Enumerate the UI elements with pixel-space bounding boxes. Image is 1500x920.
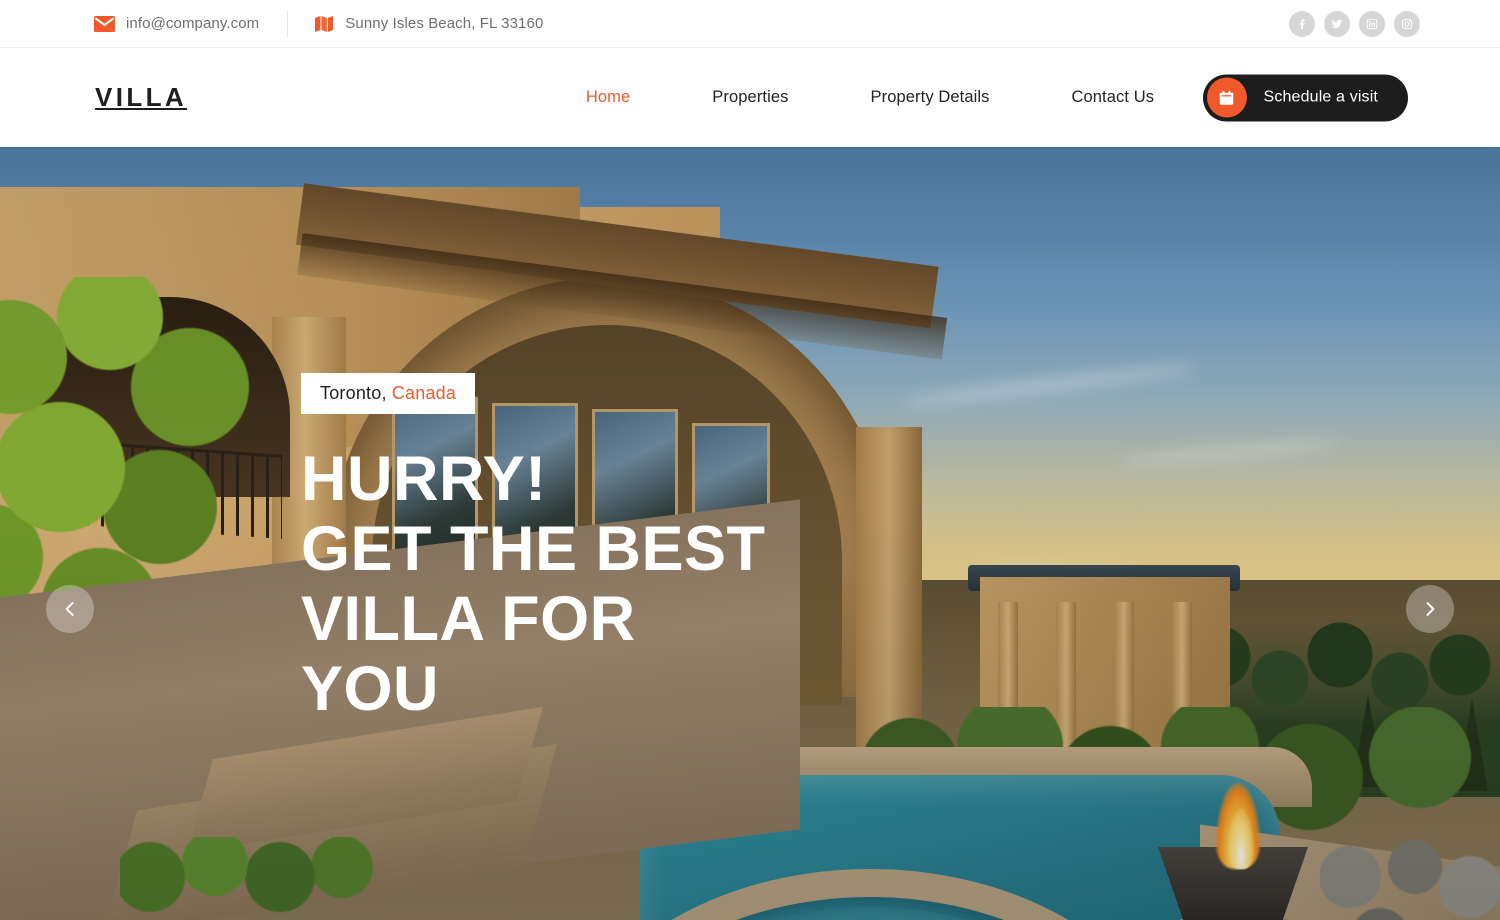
- location-badge: Toronto, Canada: [301, 373, 476, 414]
- chevron-right-icon: [1421, 600, 1439, 618]
- top-bar-divider: [287, 10, 289, 37]
- email-text: info@company.com: [126, 15, 260, 32]
- location-country: Canada: [391, 383, 457, 403]
- hero-headline-line-3: VILLA FOR: [301, 584, 636, 654]
- slider-prev-button[interactable]: [46, 585, 94, 633]
- nav-item-properties[interactable]: Properties: [671, 88, 829, 107]
- top-bar-contact-group: info@company.com Sunny Isles Beach, FL 3…: [94, 10, 543, 37]
- facebook-icon: [1295, 17, 1309, 31]
- address-text: Sunny Isles Beach, FL 33160: [345, 15, 544, 32]
- social-link-instagram[interactable]: [1394, 10, 1420, 37]
- hero-headline: HURRY! GET THE BEST VILLA FOR YOU: [301, 444, 766, 724]
- chevron-left-icon: [61, 600, 79, 618]
- linkedin-icon: [1365, 17, 1379, 31]
- hero-content: Toronto, Canada HURRY! GET THE BEST VILL…: [301, 373, 766, 724]
- calendar-icon: [1206, 77, 1247, 118]
- main-navigation: Home Properties Property Details Contact…: [545, 88, 1195, 107]
- hero-headline-line-2: GET THE BEST: [301, 514, 766, 584]
- address-contact[interactable]: Sunny Isles Beach, FL 33160: [314, 14, 543, 34]
- site-logo[interactable]: VILLA: [95, 82, 187, 113]
- nav-item-property-details[interactable]: Property Details: [830, 88, 1031, 107]
- email-contact[interactable]: info@company.com: [94, 15, 259, 32]
- social-link-twitter[interactable]: [1324, 10, 1350, 37]
- hero-headline-line-4: YOU: [301, 654, 440, 724]
- nav-item-contact-us[interactable]: Contact Us: [1030, 88, 1195, 107]
- hero-headline-line-1: HURRY!: [301, 444, 547, 514]
- social-link-linkedin[interactable]: [1359, 10, 1385, 37]
- slider-next-button[interactable]: [1406, 585, 1454, 633]
- map-icon: [314, 14, 334, 34]
- mail-icon: [94, 15, 115, 32]
- social-links: [1289, 10, 1420, 37]
- location-city: Toronto,: [320, 383, 387, 403]
- instagram-icon: [1400, 17, 1414, 31]
- hero-slider: Toronto, Canada HURRY! GET THE BEST VILL…: [0, 147, 1500, 920]
- schedule-a-visit-button[interactable]: Schedule a visit: [1203, 74, 1408, 121]
- top-bar: info@company.com Sunny Isles Beach, FL 3…: [0, 0, 1500, 48]
- schedule-a-visit-label: Schedule a visit: [1263, 88, 1378, 106]
- site-header: VILLA Home Properties Property Details C…: [0, 48, 1500, 147]
- nav-item-home[interactable]: Home: [545, 88, 671, 107]
- twitter-icon: [1330, 17, 1344, 31]
- social-link-facebook[interactable]: [1289, 10, 1315, 37]
